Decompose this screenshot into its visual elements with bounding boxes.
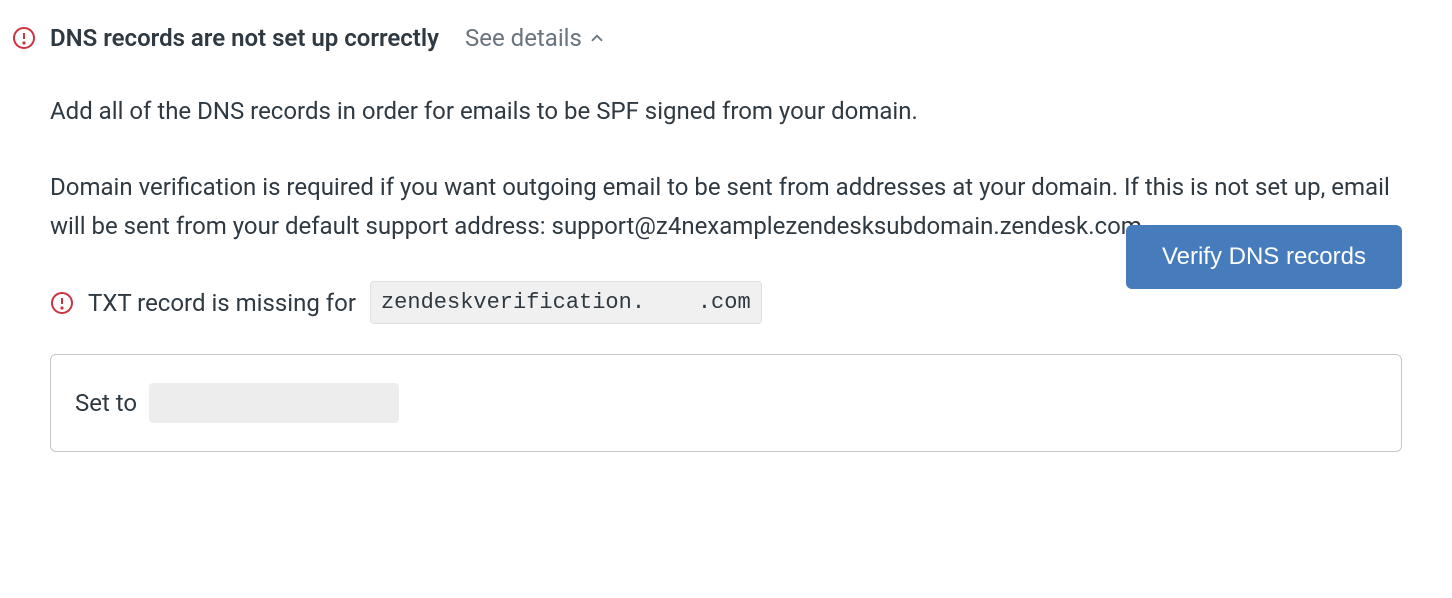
txt-missing-label: TXT record is missing for	[88, 285, 356, 321]
see-details-toggle[interactable]: See details	[465, 20, 606, 56]
dns-details-content: Add all of the DNS records in order for …	[12, 92, 1440, 452]
dns-warning-header: DNS records are not set up correctly See…	[12, 20, 1440, 56]
txt-record-domain-chip: zendeskverification. .com	[370, 281, 762, 324]
set-to-box: Set to	[50, 354, 1402, 452]
warning-icon	[12, 26, 36, 50]
warning-icon	[50, 291, 74, 315]
see-details-label: See details	[465, 20, 582, 56]
spf-instruction-text: Add all of the DNS records in order for …	[50, 92, 1402, 130]
set-to-value-chip	[149, 383, 399, 423]
set-to-label: Set to	[75, 385, 137, 421]
txt-record-missing: TXT record is missing for zendeskverific…	[50, 281, 762, 324]
dns-warning-title: DNS records are not set up correctly	[50, 20, 439, 56]
verify-dns-button[interactable]: Verify DNS records	[1126, 225, 1402, 289]
chevron-up-icon	[588, 29, 606, 47]
